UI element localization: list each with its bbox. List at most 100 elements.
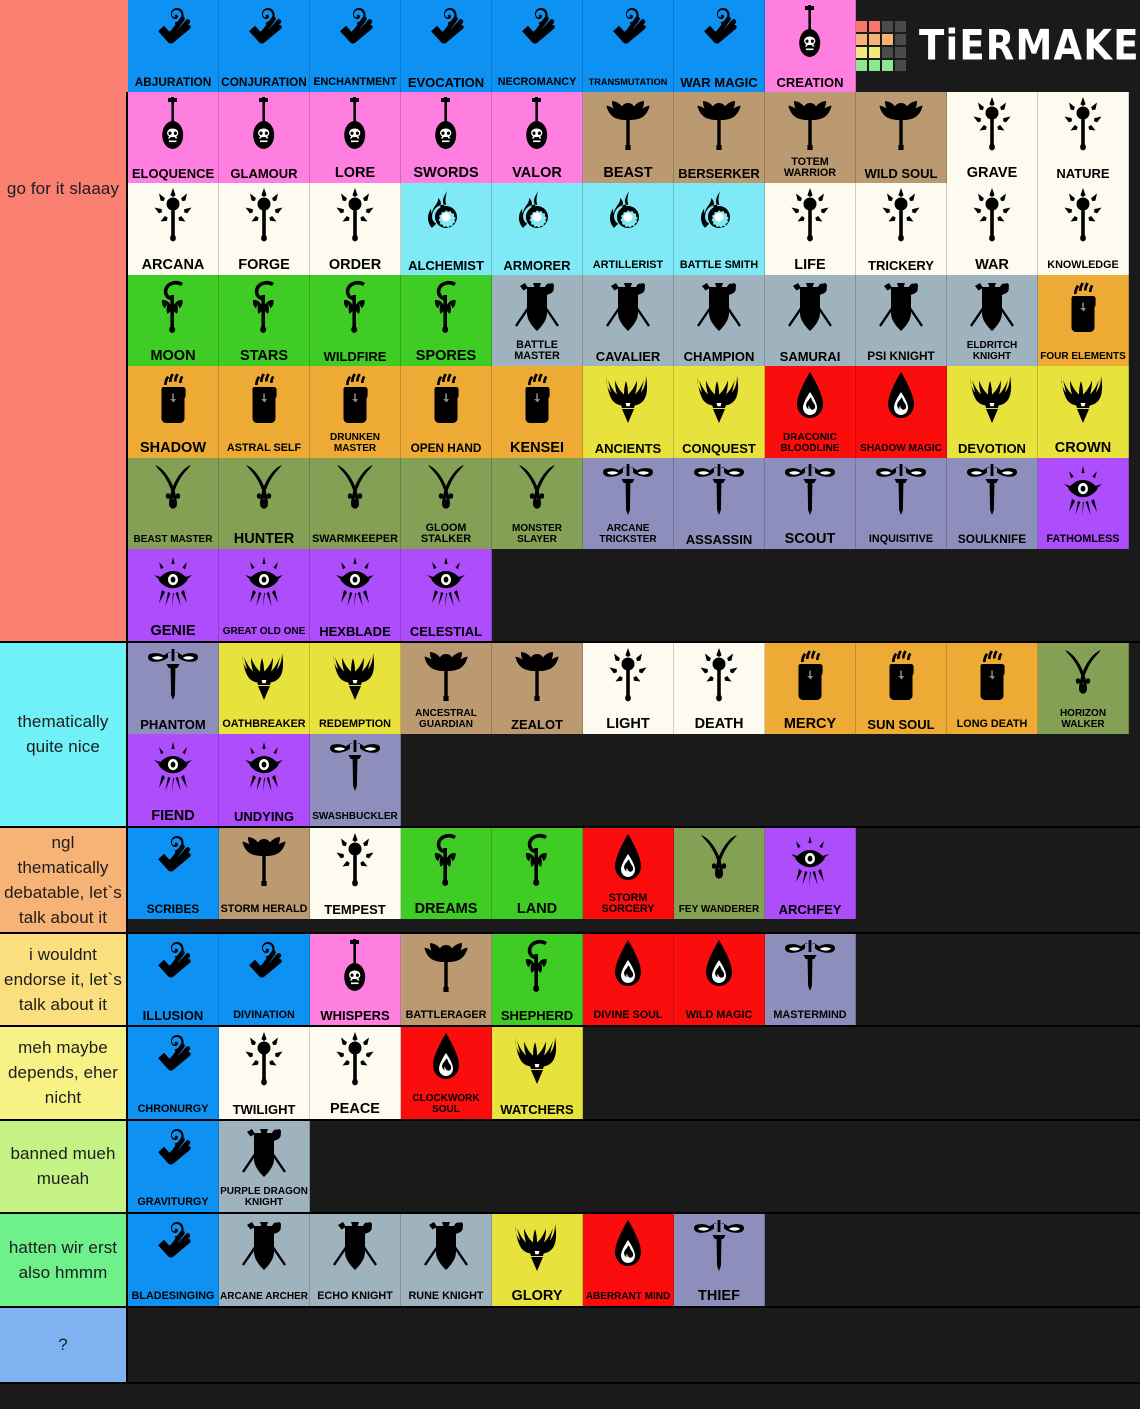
tier-tile[interactable]: SHADOW MAGIC [856,366,947,458]
tier-tile[interactable]: NECROMANCY [492,0,583,92]
tier-tile[interactable]: FORGE [219,183,310,275]
tier-tile[interactable]: FEY WANDERER [674,827,765,919]
tier-tile[interactable]: ENCHANTMENT [310,0,401,92]
tier-drop-area[interactable]: GRAVITURGY PURPLE DRAGON KNIGHT [128,1120,1140,1212]
tier-tile[interactable]: PHANTOM [128,642,219,734]
tier-tile[interactable]: BATTLERAGER [401,933,492,1025]
tier-tile[interactable]: BATTLE MASTER [492,274,583,366]
tier-tile[interactable]: BERSERKER [674,91,765,183]
tier-tile[interactable]: TWILIGHT [219,1027,310,1119]
tier-tile[interactable]: LIFE [765,183,856,275]
tier-tile[interactable]: MONSTER SLAYER [492,457,583,549]
tier-tile[interactable]: CAVALIER [583,274,674,366]
tier-tile[interactable]: BLADESINGING [128,1214,219,1306]
tier-tile[interactable]: PEACE [310,1027,401,1119]
tier-tile[interactable]: UNDYING [219,734,310,826]
tier-tile[interactable]: GRAVE [947,91,1038,183]
tier-tile[interactable]: DRACONIC BLOODLINE [765,366,856,458]
tier-tile[interactable]: DREAMS [401,827,492,919]
tier-tile[interactable]: SCRIBES [128,827,219,919]
tier-tile[interactable]: WAR [947,183,1038,275]
tier-drop-area[interactable]: ELOQUENCE GLAMOUR LORE SWORDS VALOR BEAS… [128,91,1140,641]
tier-tile[interactable]: PURPLE DRAGON KNIGHT [219,1120,310,1212]
tier-tile[interactable]: WHISPERS [310,933,401,1025]
tier-label[interactable]: meh maybe depends, eher nicht [0,1027,128,1119]
tier-tile[interactable]: EVOCATION [401,0,492,92]
tier-tile[interactable]: ALCHEMIST [401,183,492,275]
tier-label[interactable]: hatten wir erst also hmmm [0,1214,128,1306]
tier-tile[interactable]: WILDFIRE [310,274,401,366]
tier-tile[interactable]: LONG DEATH [947,642,1038,734]
tier-tile[interactable]: CONJURATION [219,0,310,92]
tier-tile[interactable]: ABERRANT MIND [583,1214,674,1306]
tier-tile[interactable]: CREATION [765,0,856,92]
tier-tile[interactable]: VALOR [492,91,583,183]
tier-tile[interactable]: ELDRITCH KNIGHT [947,274,1038,366]
tier-tile[interactable]: FIEND [128,734,219,826]
tier-tile[interactable]: STORM SORCERY [583,827,674,919]
tier-drop-area[interactable] [128,1307,1140,1382]
tier-tile[interactable]: CONQUEST [674,366,765,458]
tier-tile[interactable]: ARMORER [492,183,583,275]
tier-drop-area[interactable]: ILLUSION DIVINATION WHISPERS BATTLERAGER [128,933,1140,1025]
tier-tile[interactable]: SCOUT [765,457,856,549]
tier-tile[interactable]: ILLUSION [128,933,219,1025]
tier-tile[interactable]: HORIZON WALKER [1038,642,1129,734]
tier-tile[interactable]: ELOQUENCE [128,91,219,183]
tier-tile[interactable]: ZEALOT [492,642,583,734]
tier-label[interactable]: thematically quite nice [0,642,128,826]
tier-tile[interactable]: ANCIENTS [583,366,674,458]
tier-tile[interactable]: NATURE [1038,91,1129,183]
tier-tile[interactable]: SPORES [401,274,492,366]
tier-tile[interactable]: ABJURATION [128,0,219,92]
tier-tile[interactable]: SWARMKEEPER [310,457,401,549]
tier-tile[interactable]: DRUNKEN MASTER [310,366,401,458]
tier-tile[interactable]: GLOOM STALKER [401,457,492,549]
tier-tile[interactable]: SUN SOUL [856,642,947,734]
tier-tile[interactable]: CLOCKWORK SOUL [401,1027,492,1119]
tier-drop-area[interactable]: PHANTOM OATHBREAKER REDEMPTION ANCESTRAL… [128,642,1140,826]
tier-tile[interactable]: PSI KNIGHT [856,274,947,366]
tier-label[interactable]: ? [0,1307,128,1382]
tier-tile[interactable]: HEXBLADE [310,549,401,641]
tier-tile[interactable]: ARCHFEY [765,827,856,919]
tier-tile[interactable]: ARCANA [128,183,219,275]
tier-tile[interactable]: GREAT OLD ONE [219,549,310,641]
tier-tile[interactable]: ANCESTRAL GUARDIAN [401,642,492,734]
tier-tile[interactable]: TOTEM WARRIOR [765,91,856,183]
tier-tile[interactable]: SAMURAI [765,274,856,366]
tier-tile[interactable]: CHRONURGY [128,1027,219,1119]
tier-tile[interactable]: OPEN HAND [401,366,492,458]
tier-label[interactable]: banned mueh mueah [0,1120,128,1212]
tier-tile[interactable]: BEAST [583,91,674,183]
tier-tile[interactable]: CHAMPION [674,274,765,366]
tier-tile[interactable]: BEAST MASTER [128,457,219,549]
tier-tile[interactable]: INQUISITIVE [856,457,947,549]
tier-tile[interactable]: FOUR ELEMENTS [1038,274,1129,366]
tier-tile[interactable]: ECHO KNIGHT [310,1214,401,1306]
tier-tile[interactable]: SWORDS [401,91,492,183]
tier-tile[interactable]: ASSASSIN [674,457,765,549]
tier-tile[interactable]: REDEMPTION [310,642,401,734]
tier-tile[interactable]: DEVOTION [947,366,1038,458]
tier-tile[interactable]: ARTILLERIST [583,183,674,275]
tier-tile[interactable]: STORM HERALD [219,827,310,919]
tier-tile[interactable]: WATCHERS [492,1027,583,1119]
tier-tile[interactable]: ASTRAL SELF [219,366,310,458]
tier-tile[interactable]: GENIE [128,549,219,641]
tier-tile[interactable]: SHADOW [128,366,219,458]
tier-tile[interactable]: TEMPEST [310,827,401,919]
tier-tile[interactable]: OATHBREAKER [219,642,310,734]
tier-tile[interactable]: CELESTIAL [401,549,492,641]
tier-tile[interactable]: WILD MAGIC [674,933,765,1025]
tier-tile[interactable]: DIVINATION [219,933,310,1025]
tier-tile[interactable]: LAND [492,827,583,919]
tier-tile[interactable]: WILD SOUL [856,91,947,183]
tier-tile[interactable]: SOULKNIFE [947,457,1038,549]
tier-tile[interactable]: HUNTER [219,457,310,549]
tier-tile[interactable]: SWASHBUCKLER [310,734,401,826]
tier-tile[interactable]: ARCANE ARCHER [219,1214,310,1306]
tier-tile[interactable]: GRAVITURGY [128,1120,219,1212]
tier-tile[interactable]: MASTERMIND [765,933,856,1025]
tier-drop-area[interactable]: CHRONURGY TWILIGHT PEACE CLOCKWORK SOUL [128,1027,1140,1119]
